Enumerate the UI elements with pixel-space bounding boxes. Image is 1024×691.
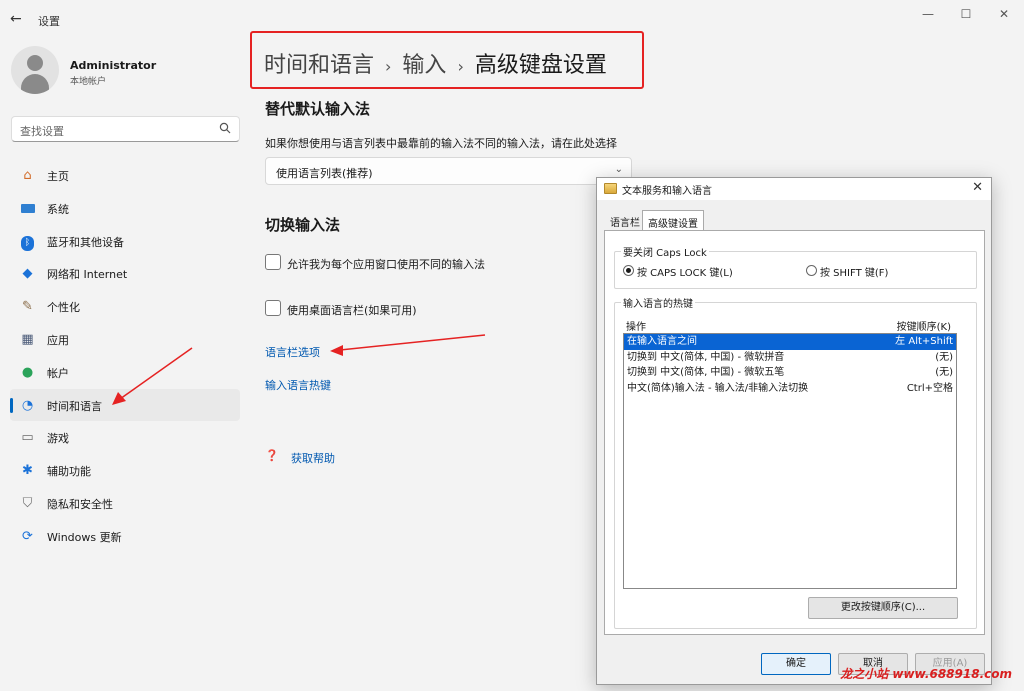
shield-icon: ⛉ [22, 495, 33, 511]
sidebar-nav: ⌂ 主页 系统 ᛒ 蓝牙和其他设备 ◆ 网络和 Internet ✎ 个性化 ▦… [10, 159, 240, 553]
search-placeholder: 查找设置 [20, 125, 64, 138]
language-bar-options-link[interactable]: 语言栏选项 [265, 344, 320, 360]
desktop-language-bar-checkbox[interactable] [265, 300, 281, 316]
sidebar-item-privacy[interactable]: ⛉ 隐私和安全性 [10, 487, 240, 520]
list-item[interactable]: 切换到 中文(简体, 中国) - 微软拼音 (无) [624, 350, 956, 366]
breadcrumb-input[interactable]: 输入 [402, 53, 446, 78]
update-icon: ⟳ [22, 528, 33, 544]
close-icon[interactable]: ✕ [994, 6, 1014, 22]
caps-lock-group: 要关闭 Caps Lock 按 CAPS LOCK 键(L) 按 SHIFT 键… [614, 244, 977, 289]
default-input-method-select[interactable]: 使用语言列表(推荐) ⌄ [265, 157, 632, 185]
user-name: Administrator [70, 59, 157, 72]
input-language-hotkeys-link[interactable]: 输入语言热键 [265, 377, 331, 393]
brush-icon: ✎ [22, 299, 33, 315]
breadcrumb-highlight: 时间和语言 › 输入 › 高级键盘设置 [250, 31, 644, 89]
sidebar-item-network[interactable]: ◆ 网络和 Internet [10, 257, 240, 290]
system-icon [19, 200, 36, 217]
sidebar-item-home[interactable]: ⌂ 主页 [10, 159, 240, 192]
user-account-type: 本地帐户 [70, 77, 107, 87]
sidebar-item-system[interactable]: 系统 [10, 192, 240, 225]
override-section-title: 替代默认输入法 [265, 100, 371, 118]
breadcrumb-time-language[interactable]: 时间和语言 [264, 53, 374, 78]
ok-button[interactable]: 确定 [761, 653, 831, 675]
hotkeys-group: 输入语言的热键 操作 按键顺序(K) 在输入语言之间 左 Alt+Shift 切… [614, 295, 977, 629]
sidebar-item-accessibility[interactable]: ✱ 辅助功能 [10, 454, 240, 487]
back-arrow-icon[interactable]: ← [10, 11, 26, 27]
get-help-link[interactable]: 获取帮助 [291, 450, 335, 466]
dialog-title: 文本服务和输入语言 [622, 186, 712, 197]
hotkeys-group-label: 输入语言的热键 [621, 295, 695, 310]
shift-radio[interactable] [806, 265, 817, 276]
sidebar-item-apps[interactable]: ▦ 应用 [10, 323, 240, 356]
list-item[interactable]: 切换到 中文(简体, 中国) - 微软五笔 (无) [624, 365, 956, 381]
apps-icon: ▦ [21, 331, 34, 347]
tab-panel: 要关闭 Caps Lock 按 CAPS LOCK 键(L) 按 SHIFT 键… [604, 230, 985, 635]
minimize-icon[interactable]: — [918, 6, 938, 22]
active-indicator [10, 397, 13, 413]
watermark: 龙之小站 www.688918.com [840, 667, 1012, 681]
sidebar-item-time-language[interactable]: ◔ 时间和语言 [10, 388, 240, 422]
text-services-dialog: 文本服务和输入语言 ✕ 语言栏 高级键设置 要关闭 Caps Lock 按 CA… [596, 177, 992, 685]
bluetooth-icon: ᛒ [19, 233, 36, 251]
search-input[interactable]: 查找设置 [11, 116, 240, 142]
col-sequence-header: 按键顺序(K) [896, 322, 951, 333]
breadcrumb-separator: › [385, 57, 392, 76]
sidebar-item-accounts[interactable]: ● 帐户 [10, 356, 240, 389]
sidebar-item-windows-update[interactable]: ⟳ Windows 更新 [10, 520, 240, 553]
keyboard-folder-icon [604, 183, 617, 194]
sidebar-item-gaming[interactable]: ▭ 游戏 [10, 421, 240, 454]
accessibility-icon: ✱ [22, 463, 33, 479]
clock-globe-icon: ◔ [21, 397, 34, 413]
per-app-input-checkbox[interactable] [265, 254, 281, 270]
hotkeys-list[interactable]: 在输入语言之间 左 Alt+Shift 切换到 中文(简体, 中国) - 微软拼… [623, 333, 957, 589]
gamepad-icon: ▭ [21, 430, 34, 446]
per-app-input-label: 允许我为每个应用窗口使用不同的输入法 [287, 258, 485, 271]
avatar [11, 46, 59, 94]
breadcrumb: 时间和语言 › 输入 › 高级键盘设置 [264, 47, 607, 79]
wifi-icon: ◆ [22, 266, 33, 282]
select-value: 使用语言列表(推荐) [276, 167, 373, 180]
sidebar-item-personalization[interactable]: ✎ 个性化 [10, 290, 240, 323]
tab-advanced-key-settings[interactable]: 高级键设置 [642, 210, 704, 231]
dialog-titlebar: 文本服务和输入语言 ✕ [597, 178, 991, 200]
list-item[interactable]: 在输入语言之间 左 Alt+Shift [624, 334, 956, 350]
change-key-sequence-button[interactable]: 更改按键顺序(C)... [808, 597, 958, 619]
caps-lock-radio[interactable] [623, 265, 634, 276]
breadcrumb-separator: › [457, 57, 464, 76]
user-profile[interactable]: Administrator 本地帐户 [11, 46, 241, 96]
chevron-down-icon: ⌄ [614, 164, 623, 175]
override-description: 如果你想使用与语言列表中最靠前的输入法不同的输入法，请在此处选择 [265, 137, 617, 150]
page-title: 高级键盘设置 [474, 53, 607, 78]
switch-section-title: 切换输入法 [265, 216, 341, 234]
desktop-language-bar-label: 使用桌面语言栏(如果可用) [287, 304, 417, 317]
home-icon: ⌂ [23, 168, 32, 183]
dialog-close-icon[interactable]: ✕ [972, 180, 983, 195]
list-item[interactable]: 中文(简体)输入法 - 输入法/非输入法切换 Ctrl+空格 [624, 381, 956, 397]
maximize-icon[interactable]: ☐ [956, 6, 976, 22]
search-icon [219, 122, 231, 134]
tab-language-bar[interactable]: 语言栏 [605, 210, 645, 230]
caps-lock-group-label: 要关闭 Caps Lock [621, 244, 709, 259]
account-icon: ● [21, 364, 34, 380]
sidebar-item-bluetooth[interactable]: ᛒ 蓝牙和其他设备 [10, 225, 240, 258]
help-icon: ❓ [265, 449, 279, 462]
window-title: 设置 [38, 15, 60, 28]
col-action-header: 操作 [626, 322, 646, 333]
